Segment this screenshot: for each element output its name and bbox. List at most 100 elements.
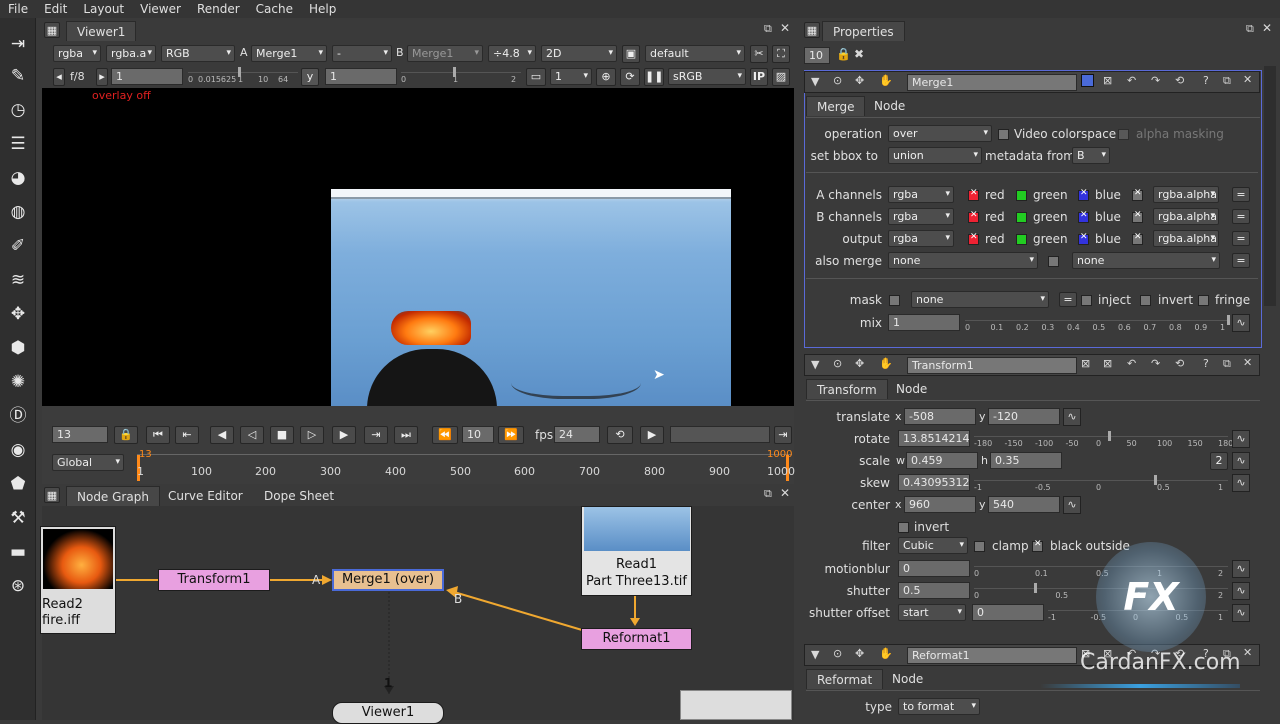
skip-forward-icon[interactable]: ⏩ bbox=[498, 426, 524, 444]
a-link-button[interactable]: = bbox=[1232, 187, 1250, 202]
center-x-field[interactable]: 960 bbox=[904, 496, 976, 513]
redo-icon[interactable]: ↷ bbox=[1151, 74, 1160, 87]
gamma-field[interactable]: 1 bbox=[325, 68, 397, 85]
center-node-icon[interactable]: ⊙ bbox=[833, 357, 842, 370]
shutter-offset-curve-icon[interactable]: ∿ bbox=[1232, 604, 1250, 622]
fringe-checkbox[interactable] bbox=[1198, 295, 1209, 306]
float-panel-icon[interactable]: ⧉ bbox=[1223, 74, 1231, 88]
alpha-channel-dropdown[interactable]: rgba.a bbox=[106, 45, 156, 62]
b-input-dropdown[interactable]: Merge1 bbox=[407, 45, 483, 62]
revert-icon[interactable]: ⟲ bbox=[1175, 357, 1184, 370]
next-frame-icon[interactable]: ▶ bbox=[332, 426, 356, 444]
b-blue-checkbox[interactable] bbox=[1078, 210, 1089, 223]
motionblur-field[interactable]: 0 bbox=[898, 560, 970, 577]
scale-w-field[interactable]: 0.459 bbox=[906, 452, 978, 469]
next-keyframe-icon[interactable]: ⇥ bbox=[364, 426, 388, 444]
max-panels-field[interactable]: 10 bbox=[804, 47, 830, 64]
range-dropdown[interactable]: Global bbox=[52, 454, 124, 471]
scale-curve-icon[interactable]: ∿ bbox=[1232, 452, 1250, 470]
gain-slider-handle[interactable] bbox=[238, 67, 241, 77]
a-blue-checkbox[interactable] bbox=[1078, 188, 1089, 201]
timeline-end-icon[interactable]: ⇥ bbox=[774, 426, 792, 444]
shutter-offset-dropdown[interactable]: start bbox=[898, 604, 966, 621]
gain-field[interactable]: 1 bbox=[111, 68, 183, 85]
redo-icon[interactable]: ↷ bbox=[1151, 357, 1160, 370]
lut-dropdown[interactable]: default bbox=[645, 45, 745, 62]
play-forward-icon[interactable]: ▷ bbox=[300, 426, 324, 444]
type-dropdown[interactable]: to format bbox=[898, 698, 980, 715]
input-process-icon[interactable]: IP bbox=[750, 68, 768, 86]
rotate-slider-handle[interactable] bbox=[1108, 431, 1111, 441]
image-tools-icon[interactable]: ⇥ bbox=[6, 32, 30, 56]
also-merge-link-button[interactable]: = bbox=[1232, 253, 1250, 268]
view-mode-dropdown[interactable]: 2D bbox=[541, 45, 617, 62]
shutter-field[interactable]: 0.5 bbox=[898, 582, 970, 599]
timeline-ruler[interactable]: 13 1000 1 100 200 300 400 500 600 700 80… bbox=[137, 449, 795, 481]
stop-icon[interactable]: ■ bbox=[270, 426, 294, 444]
shutter-curve-icon[interactable]: ∿ bbox=[1232, 582, 1250, 600]
collapse-icon[interactable]: ▼ bbox=[811, 358, 819, 371]
node-read1[interactable]: Read1 Part Three13.tif bbox=[581, 506, 692, 596]
center-node-icon[interactable]: ⊙ bbox=[833, 647, 842, 660]
center-curve-icon[interactable]: ∿ bbox=[1063, 496, 1081, 514]
b-red-checkbox[interactable] bbox=[968, 210, 979, 223]
out-green-checkbox[interactable] bbox=[1016, 234, 1027, 245]
mask-link-button[interactable]: = bbox=[1059, 292, 1077, 307]
lock-icon[interactable]: ▣ bbox=[622, 45, 640, 63]
zebra-icon[interactable]: ▨ bbox=[772, 68, 790, 86]
undo-icon[interactable]: ↶ bbox=[1127, 74, 1136, 87]
revert-icon[interactable]: ⟲ bbox=[1175, 74, 1184, 87]
views-tools-icon[interactable]: ◉ bbox=[6, 438, 30, 462]
tab-node[interactable]: Node bbox=[886, 379, 937, 399]
translate-y-field[interactable]: -120 bbox=[988, 408, 1060, 425]
pane-menu-icon[interactable]: ▦ bbox=[44, 22, 60, 38]
shutter-slider-handle[interactable] bbox=[1034, 583, 1037, 593]
tab-transform[interactable]: Transform bbox=[806, 379, 888, 399]
display-style-dropdown[interactable]: RGB bbox=[161, 45, 235, 62]
furnace-tools-icon[interactable]: ▬ bbox=[6, 540, 30, 564]
float-pane-icon[interactable]: ⧉ bbox=[764, 487, 772, 501]
skew-field[interactable]: 0.43095312 bbox=[898, 474, 970, 491]
collapse-icon[interactable]: ▼ bbox=[811, 648, 819, 661]
scale-h-field[interactable]: 0.35 bbox=[990, 452, 1062, 469]
filter-tools-icon[interactable]: ◍ bbox=[6, 200, 30, 224]
skew-slider[interactable]: -1 -0.5 0 0.5 1 bbox=[974, 475, 1228, 494]
tab-curve-editor[interactable]: Curve Editor bbox=[158, 486, 253, 506]
out-red-checkbox[interactable] bbox=[968, 232, 979, 245]
a-green-checkbox[interactable] bbox=[1016, 190, 1027, 201]
close-pane-icon[interactable]: ✕ bbox=[780, 21, 790, 35]
frame-field[interactable]: 13 bbox=[52, 426, 108, 443]
motionblur-curve-icon[interactable]: ∿ bbox=[1232, 560, 1250, 578]
metadata-tools-icon[interactable]: ⬟ bbox=[6, 472, 30, 496]
float-pane-icon[interactable]: ⧉ bbox=[764, 22, 772, 36]
rotate-field[interactable]: 13.8514214 bbox=[898, 430, 970, 447]
alpha-masking-checkbox[interactable] bbox=[1118, 129, 1129, 140]
clamp-checkbox[interactable] bbox=[974, 541, 985, 552]
input-icon[interactable]: ✥ bbox=[855, 74, 864, 87]
b-alpha-checkbox[interactable] bbox=[1132, 210, 1143, 223]
tab-properties[interactable]: Properties bbox=[822, 21, 905, 41]
menu-file[interactable]: File bbox=[0, 2, 36, 16]
out-link-button[interactable]: = bbox=[1232, 231, 1250, 246]
close-panel-icon[interactable]: ✕ bbox=[1243, 73, 1252, 86]
gl-color-icon[interactable]: ⊠ bbox=[1103, 357, 1112, 370]
video-colorspace-checkbox[interactable] bbox=[998, 129, 1009, 140]
help-icon[interactable]: ? bbox=[1203, 74, 1209, 87]
play-backward-icon[interactable]: ◁ bbox=[240, 426, 264, 444]
tab-node[interactable]: Node bbox=[882, 669, 933, 689]
first-frame-icon[interactable]: ⏮ bbox=[146, 426, 170, 444]
a-input-dropdown[interactable]: Merge1 bbox=[251, 45, 327, 62]
fstop-increase-icon[interactable]: ▸ bbox=[96, 68, 108, 86]
mask-checkbox[interactable] bbox=[889, 295, 900, 306]
a-red-checkbox[interactable] bbox=[968, 188, 979, 201]
metadata-dropdown[interactable]: B bbox=[1072, 147, 1110, 164]
gain-slider[interactable]: 0 0.015625 1 10 64 bbox=[188, 67, 298, 86]
skip-back-icon[interactable]: ⏪ bbox=[432, 426, 458, 444]
undo-icon[interactable]: ↶ bbox=[1127, 357, 1136, 370]
reformat-name-field[interactable]: Reformat1 bbox=[907, 647, 1077, 664]
channels-dropdown[interactable]: rgba bbox=[53, 45, 101, 62]
tab-viewer1[interactable]: Viewer1 bbox=[66, 21, 137, 41]
mask-dropdown[interactable]: none bbox=[911, 291, 1049, 308]
center-node-icon[interactable]: ⊙ bbox=[833, 74, 842, 87]
node-read2[interactable]: Read2 fire.iff bbox=[40, 526, 116, 634]
